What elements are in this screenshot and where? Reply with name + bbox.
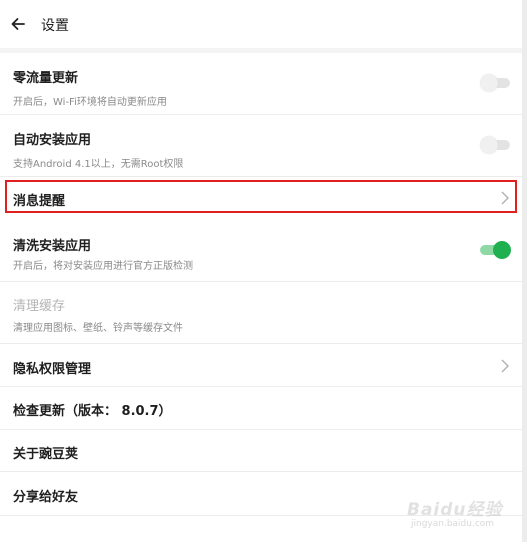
chevron-right-icon [501, 191, 509, 205]
row-divider [0, 515, 522, 516]
setting-label: 检查更新（版本： 8.0.7） [13, 404, 172, 419]
setting-label: 消息提醒 [13, 194, 66, 209]
setting-description: 支持Android 4.1以上，无需Root权限 [13, 159, 184, 170]
toggle-thumb [493, 241, 511, 259]
setting-check-update[interactable]: 检查更新（版本： 8.0.7） [0, 387, 522, 430]
setting-privacy-permissions[interactable]: 隐私权限管理 [0, 344, 522, 387]
toggle-thumb [480, 74, 498, 92]
page-title: 设置 [41, 18, 69, 34]
setting-zero-traffic-update[interactable]: 零流量更新 开启后，Wi-Fi环境将自动更新应用 [0, 53, 522, 115]
setting-share[interactable]: 分享给好友 [0, 472, 522, 516]
setting-label: 分享给好友 [13, 490, 79, 505]
arrow-left-icon[interactable] [10, 16, 26, 32]
setting-auto-install[interactable]: 自动安装应用 支持Android 4.1以上，无需Root权限 [0, 115, 522, 177]
scrollbar[interactable] [522, 0, 527, 542]
setting-description: 开启后，将对安装应用进行官方正版检测 [13, 261, 193, 272]
setting-description: 开启后，Wi-Fi环境将自动更新应用 [13, 97, 167, 108]
zero-traffic-toggle[interactable] [480, 74, 510, 92]
top-bar: 设置 [0, 0, 522, 48]
setting-description: 清理应用图标、壁纸、铃声等缓存文件 [13, 323, 183, 334]
setting-clear-cache[interactable]: 清理缓存 清理应用图标、壁纸、铃声等缓存文件 [0, 282, 522, 344]
setting-label: 清理缓存 [13, 299, 66, 314]
toggle-thumb [480, 136, 498, 154]
setting-about[interactable]: 关于豌豆荚 [0, 430, 522, 472]
watermark-url: jingyan.baidu.com [411, 519, 495, 529]
chevron-right-icon [501, 359, 509, 373]
setting-label: 清洗安装应用 [13, 239, 92, 254]
setting-clean-install[interactable]: 清洗安装应用 开启后，将对安装应用进行官方正版检测 [0, 222, 522, 282]
clean-install-toggle[interactable] [480, 241, 511, 259]
setting-message-reminder[interactable]: 消息提醒 [0, 177, 522, 217]
auto-install-toggle[interactable] [480, 136, 510, 154]
setting-label: 关于豌豆荚 [13, 447, 79, 462]
setting-label: 隐私权限管理 [13, 362, 92, 377]
setting-label: 零流量更新 [13, 71, 79, 86]
settings-page: 设置 零流量更新 开启后，Wi-Fi环境将自动更新应用 自动安装应用 支持And… [0, 0, 522, 542]
setting-label: 自动安装应用 [13, 133, 92, 148]
